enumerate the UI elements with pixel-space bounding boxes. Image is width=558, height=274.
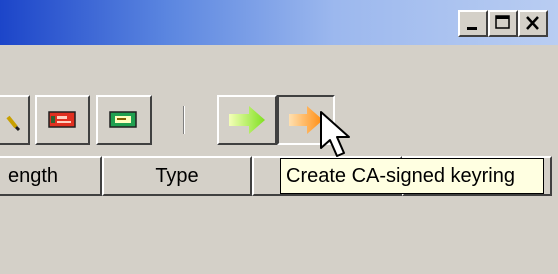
toolbar-separator [183, 106, 185, 134]
column-header-type[interactable]: Type [102, 156, 252, 196]
green-arrow-icon [229, 106, 265, 134]
tooltip-text: Create CA-signed keyring [286, 165, 515, 187]
close-icon [526, 16, 539, 30]
toolbar-button-red-card[interactable] [35, 95, 90, 145]
toolbar-button-green-card[interactable] [96, 95, 152, 145]
minimize-button[interactable] [458, 10, 488, 37]
toolbar-button-green-arrow[interactable] [217, 95, 277, 145]
mouse-cursor-icon [320, 111, 350, 157]
column-header-length[interactable]: ength [0, 156, 102, 196]
toolbar-button-pen[interactable] [0, 95, 30, 145]
maximize-button[interactable] [488, 10, 518, 37]
pen-icon [6, 115, 21, 132]
green-card-icon [109, 111, 137, 128]
close-button[interactable] [518, 10, 548, 37]
column-header-type-label: Type [155, 165, 199, 187]
minimize-icon [467, 27, 477, 30]
red-card-icon [48, 111, 76, 128]
column-header-length-label: ength [8, 165, 59, 187]
maximize-icon [495, 15, 510, 29]
